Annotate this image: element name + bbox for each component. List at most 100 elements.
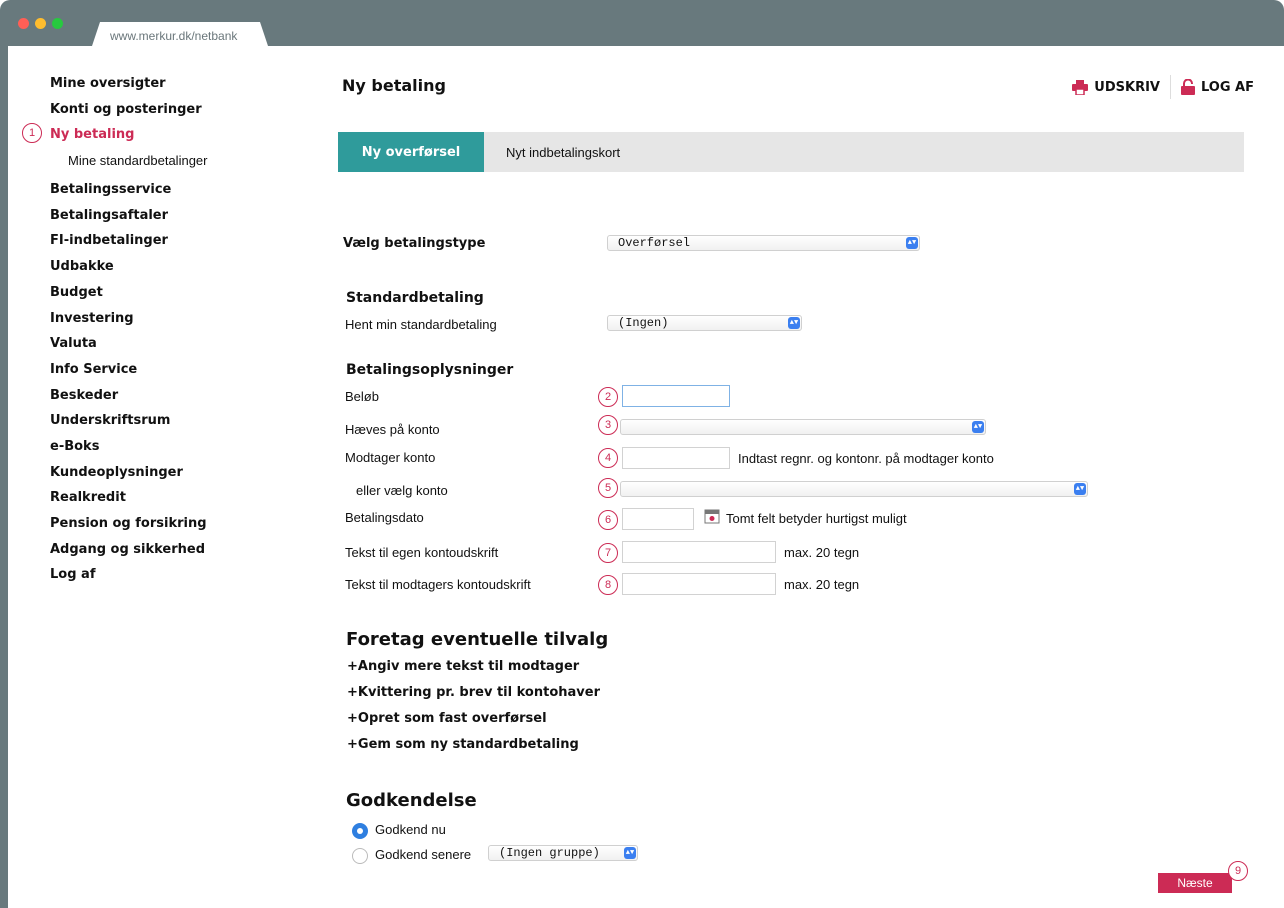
step-marker-1: 1: [22, 123, 42, 143]
step-marker-2: 2: [598, 387, 618, 407]
option-more-text[interactable]: +Angiv mere tekst til modtager: [347, 659, 579, 674]
option-label: Kvittering pr. brev til kontohaver: [357, 685, 600, 700]
date-label: Betalingsdato: [345, 510, 424, 525]
step-marker-5: 5: [598, 478, 618, 498]
header-actions: UDSKRIV LOG AF: [1072, 75, 1254, 99]
approve-now-label: Godkend nu: [375, 822, 446, 837]
option-save-standard[interactable]: +Gem som ny standardbetaling: [347, 737, 579, 752]
step-marker-8: 8: [598, 575, 618, 595]
standard-select[interactable]: (Ingen) ▲▼: [607, 315, 802, 331]
option-label: Angiv mere tekst til modtager: [357, 659, 580, 674]
sidebar-item-mine-oversigter[interactable]: Mine oversigter: [50, 76, 310, 102]
select-arrow-icon: ▲▼: [972, 421, 984, 433]
plus-icon: +: [347, 737, 358, 752]
sidebar-item-ny-betaling[interactable]: Ny betaling: [50, 127, 310, 153]
own-text-hint: max. 20 tegn: [784, 545, 860, 560]
own-text-input[interactable]: [622, 541, 776, 563]
close-window-button[interactable]: [18, 18, 29, 29]
recipient-text-label: Tekst til modtagers kontoudskrift: [345, 577, 531, 592]
from-account-select[interactable]: ▲▼: [620, 419, 986, 435]
option-receipt-letter[interactable]: +Kvittering pr. brev til kontohaver: [347, 685, 600, 700]
step-marker-7: 7: [598, 543, 618, 563]
options-heading: Foretag eventuelle tilvalg: [346, 629, 609, 650]
approve-later-radio[interactable]: [352, 848, 368, 864]
sidebar-item-betalingsaftaler[interactable]: Betalingsaftaler: [50, 208, 310, 234]
sidebar-nav: Mine oversigter Konti og posteringer Ny …: [50, 76, 310, 593]
sidebar-item-fi-indbetalinger[interactable]: FI-indbetalinger: [50, 233, 310, 259]
sidebar-item-realkredit[interactable]: Realkredit: [50, 490, 310, 516]
logout-label: LOG AF: [1200, 79, 1254, 95]
tab-ny-overfoersel[interactable]: Ny overførsel: [338, 132, 484, 172]
logout-button[interactable]: LOG AF: [1180, 79, 1254, 95]
sidebar-item-adgang[interactable]: Adgang og sikkerhed: [50, 542, 310, 568]
tab-nyt-indbetalingskort[interactable]: Nyt indbetalingskort: [506, 145, 620, 160]
maximize-window-button[interactable]: [52, 18, 63, 29]
date-hint: Tomt felt betyder hurtigst muligt: [726, 511, 907, 526]
select-arrow-icon: ▲▼: [906, 237, 918, 249]
step-marker-6: 6: [598, 510, 618, 530]
date-input[interactable]: [622, 508, 694, 530]
printer-icon: [1072, 79, 1089, 95]
plus-icon: +: [347, 711, 358, 726]
option-label: Opret som fast overførsel: [357, 711, 547, 726]
recipient-text-input[interactable]: [622, 573, 776, 595]
sidebar-item-mine-standardbetalinger[interactable]: Mine standardbetalinger: [50, 153, 310, 182]
print-button[interactable]: UDSKRIV: [1072, 79, 1160, 95]
print-label: UDSKRIV: [1094, 79, 1160, 95]
step-marker-4: 4: [598, 448, 618, 468]
header-divider: [1169, 75, 1171, 99]
amount-label: Beløb: [345, 389, 379, 404]
approval-group-select[interactable]: (Ingen gruppe) ▲▼: [488, 845, 638, 861]
payment-type-value: Overførsel: [618, 236, 691, 250]
approve-now-radio[interactable]: [352, 823, 368, 839]
option-label: Gem som ny standardbetaling: [357, 737, 579, 752]
sidebar-item-underskriftsrum[interactable]: Underskriftsrum: [50, 413, 310, 439]
page-title: Ny betaling: [342, 76, 446, 95]
sidebar-item-pension[interactable]: Pension og forsikring: [50, 516, 310, 542]
select-arrow-icon: ▲▼: [788, 317, 800, 329]
approval-heading: Godkendelse: [346, 790, 477, 811]
sidebar-item-udbakke[interactable]: Udbakke: [50, 259, 310, 285]
minimize-window-button[interactable]: [35, 18, 46, 29]
sidebar-item-e-boks[interactable]: e-Boks: [50, 439, 310, 465]
sidebar-item-kundeoplysninger[interactable]: Kundeoplysninger: [50, 465, 310, 491]
payment-type-label: Vælg betalingstype: [343, 236, 486, 251]
payment-type-select[interactable]: Overførsel ▲▼: [607, 235, 920, 251]
sidebar-item-log-af[interactable]: Log af: [50, 567, 310, 593]
amount-input[interactable]: [622, 385, 730, 407]
to-account-input[interactable]: [622, 447, 730, 469]
own-text-label: Tekst til egen kontoudskrift: [345, 545, 499, 560]
step-marker-9: 9: [1228, 861, 1248, 881]
browser-url[interactable]: www.merkur.dk/netbank: [110, 29, 237, 43]
plus-icon: +: [347, 659, 358, 674]
calendar-icon[interactable]: [704, 508, 720, 524]
from-account-label: Hæves på konto: [345, 422, 440, 437]
info-heading: Betalingsoplysninger: [346, 362, 514, 378]
recipient-text-hint: max. 20 tegn: [784, 577, 860, 592]
sidebar-item-betalingsservice[interactable]: Betalingsservice: [50, 182, 310, 208]
sidebar-item-konti[interactable]: Konti og posteringer: [50, 102, 310, 128]
approve-later-label: Godkend senere: [375, 847, 472, 862]
sidebar-item-beskeder[interactable]: Beskeder: [50, 388, 310, 414]
plus-icon: +: [347, 685, 358, 700]
lock-icon: [1180, 79, 1195, 95]
sidebar-item-investering[interactable]: Investering: [50, 311, 310, 337]
option-fixed-transfer[interactable]: +Opret som fast overførsel: [347, 711, 547, 726]
window-controls: [18, 18, 63, 29]
choose-account-select[interactable]: ▲▼: [620, 481, 1088, 497]
sidebar-item-info-service[interactable]: Info Service: [50, 362, 310, 388]
to-account-hint: Indtast regnr. og kontonr. på modtager k…: [738, 451, 994, 466]
sidebar-item-budget[interactable]: Budget: [50, 285, 310, 311]
next-button[interactable]: Næste: [1158, 873, 1232, 893]
sidebar-item-valuta[interactable]: Valuta: [50, 336, 310, 362]
or-choose-label: eller vælg konto: [356, 483, 448, 498]
standard-value: (Ingen): [618, 316, 669, 330]
standard-heading: Standardbetaling: [346, 290, 484, 306]
standard-label: Hent min standardbetaling: [345, 317, 497, 332]
select-arrow-icon: ▲▼: [1074, 483, 1086, 495]
to-account-label: Modtager konto: [345, 450, 436, 465]
approval-group-value: (Ingen gruppe): [499, 846, 600, 860]
payment-tabs: Ny overførsel Nyt indbetalingskort: [338, 132, 1244, 172]
select-arrow-icon: ▲▼: [624, 847, 636, 859]
step-marker-3: 3: [598, 415, 618, 435]
